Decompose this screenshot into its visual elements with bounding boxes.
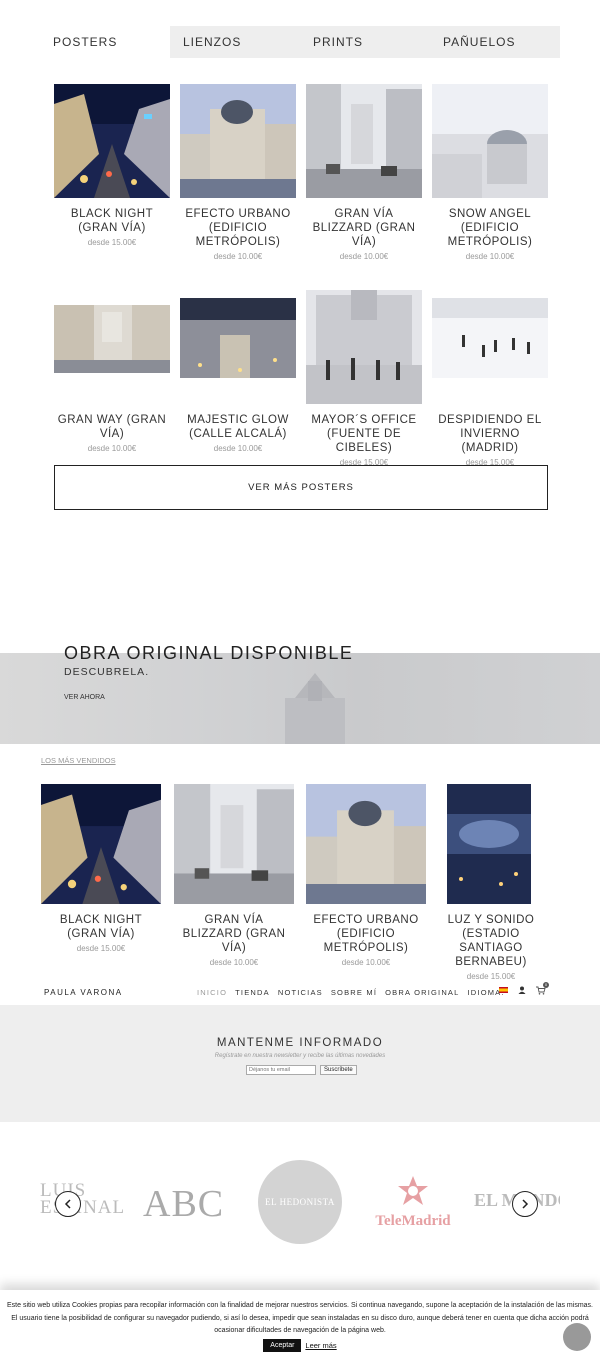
product-title[interactable]: MAJESTIC GLOW (CALLE ALCALÁ) [180,413,296,441]
product-card[interactable]: SNOW ANGEL (EDIFICIO METRÓPOLIS) desde 1… [432,84,548,261]
product-title[interactable]: GRAN VÍA BLIZZARD (GRAN VÍA) [306,207,422,249]
product-image[interactable] [306,84,422,198]
cart-icon[interactable]: 0 [536,982,549,995]
product-image[interactable] [432,84,548,198]
tab-posters[interactable]: POSTERS [40,26,170,58]
cookie-message: Este sitio web utiliza Cookies propias p… [7,1302,593,1334]
spain-flag-icon[interactable] [499,987,508,993]
product-image[interactable] [431,784,551,904]
cookie-read-more-link[interactable]: Leer más [305,1341,336,1350]
chevron-left-icon [64,1199,71,1209]
product-title[interactable]: BLACK NIGHT (GRAN VÍA) [41,913,161,941]
product-price: desde 15.00€ [87,238,137,247]
product-card[interactable]: EFECTO URBANO (EDIFICIO METRÓPOLIS) desd… [306,784,426,967]
category-tabs: POSTERS LIENZOS PRINTS PAÑUELOS [40,26,560,58]
press-logo-luis-espinal: LUIS ESPINAL [40,1180,126,1218]
tab-lienzos[interactable]: LIENZOS [170,26,300,58]
product-image[interactable] [180,290,296,404]
product-price: desde 10.00€ [213,444,263,453]
product-card[interactable]: GRAN VÍA BLIZZARD (GRAN VÍA) desde 10.00… [306,84,422,261]
product-price: desde 10.00€ [341,958,391,967]
product-card[interactable]: EFECTO URBANO (EDIFICIO METRÓPOLIS) desd… [180,84,296,261]
cart-count-badge: 0 [543,982,549,988]
scroll-to-top-button[interactable] [563,1323,591,1351]
product-card[interactable]: BLACK NIGHT (GRAN VÍA) desde 15.00€ [54,84,170,247]
product-price: desde 10.00€ [209,958,259,967]
main-menu: INICIO TIENDA NOTICIAS SOBRE MÍ OBRA ORI… [197,988,513,997]
product-price: desde 15.00€ [466,972,516,981]
product-title[interactable]: GRAN VÍA BLIZZARD (GRAN VÍA) [174,913,294,955]
product-price: desde 10.00€ [465,252,515,261]
banner-title: OBRA ORIGINAL DISPONIBLE [64,643,354,663]
product-title[interactable]: EFECTO URBANO (EDIFICIO METRÓPOLIS) [306,913,426,955]
cookie-accept-button[interactable]: Aceptar [263,1339,302,1352]
press-logo-abc: ABC [143,1183,225,1225]
nav-item-obra-original[interactable]: OBRA ORIGINAL [385,988,459,997]
site-navigation: PAULA VARONA INICIO TIENDA NOTICIAS SOBR… [0,982,600,1005]
product-image[interactable] [306,784,426,904]
product-price: desde 10.00€ [87,444,137,453]
chevron-right-icon [522,1199,529,1209]
cookie-consent-bar: Este sitio web utiliza Cookies propias p… [0,1290,600,1361]
product-title[interactable]: DESPIDIENDO EL INVIERNO (MADRID) [432,413,548,455]
product-title[interactable]: LUZ Y SONIDO (ESTADIO SANTIAGO BERNABEU) [431,913,551,969]
tab-prints[interactable]: PRINTS [300,26,430,58]
nav-item-sobre-mi[interactable]: SOBRE MÍ [331,988,377,997]
press-logo-el-hedonista: EL HEDONISTA [258,1160,342,1244]
product-title[interactable]: GRAN WAY (GRAN VÍA) [54,413,170,441]
press-logos-carousel: LUIS ESPINAL ABC EL HEDONISTA TeleMadrid… [0,1122,600,1287]
product-image[interactable] [306,290,422,404]
product-image[interactable] [54,84,170,198]
product-card[interactable]: DESPIDIENDO EL INVIERNO (MADRID) desde 1… [432,290,548,467]
carousel-next-button[interactable] [512,1191,538,1217]
product-image[interactable] [432,290,548,404]
newsletter-subtitle: Regístrate en nuestra newsletter y recib… [214,1053,386,1059]
banner-background-image [285,673,345,744]
site-brand[interactable]: PAULA VARONA [44,988,123,997]
product-image[interactable] [54,290,170,404]
product-title[interactable]: SNOW ANGEL (EDIFICIO METRÓPOLIS) [432,207,548,249]
nav-item-tienda[interactable]: TIENDA [235,988,270,997]
nav-item-noticias[interactable]: NOTICIAS [278,988,323,997]
product-title[interactable]: MAYOR´S OFFICE (FUENTE DE CIBELES) [306,413,422,455]
banner-subtitle: DESCUBRELA. [64,666,150,678]
carousel-prev-button[interactable] [55,1191,81,1217]
product-price: desde 15.00€ [76,944,126,953]
product-image[interactable] [41,784,161,904]
product-price: desde 10.00€ [213,252,263,261]
product-price: desde 10.00€ [339,252,389,261]
nav-icons: 0 [499,982,549,995]
newsletter-section: MANTENME INFORMADO Regístrate en nuestra… [0,1005,600,1122]
tab-panuelos[interactable]: PAÑUELOS [430,26,560,58]
user-icon[interactable] [518,986,526,994]
banner-link[interactable]: VER AHORA [64,694,105,701]
newsletter-form: Suscríbete [246,1065,357,1075]
product-card[interactable]: GRAN VÍA BLIZZARD (GRAN VÍA) desde 10.00… [174,784,294,967]
press-logo-telemadrid: TeleMadrid [370,1174,456,1230]
product-card[interactable]: MAYOR´S OFFICE (FUENTE DE CIBELES) desde… [306,290,422,467]
nav-item-inicio[interactable]: INICIO [197,988,227,997]
product-image[interactable] [180,84,296,198]
newsletter-email-input[interactable] [246,1065,316,1075]
product-card[interactable]: BLACK NIGHT (GRAN VÍA) desde 15.00€ [41,784,161,953]
more-posters-button[interactable]: VER MÁS POSTERS [54,465,548,510]
subscribe-button[interactable]: Suscríbete [320,1065,357,1075]
cookie-actions: Aceptar Leer más [0,1339,600,1352]
product-image[interactable] [174,784,294,904]
telemadrid-star-icon [398,1176,428,1205]
product-card[interactable]: GRAN WAY (GRAN VÍA) desde 10.00€ [54,290,170,453]
newsletter-title: MANTENME INFORMADO [216,1037,384,1049]
best-sellers-label[interactable]: LOS MÁS VENDIDOS [41,756,116,765]
product-title[interactable]: EFECTO URBANO (EDIFICIO METRÓPOLIS) [180,207,296,249]
product-title[interactable]: BLACK NIGHT (GRAN VÍA) [54,207,170,235]
product-card[interactable]: MAJESTIC GLOW (CALLE ALCALÁ) desde 10.00… [180,290,296,453]
product-card[interactable]: LUZ Y SONIDO (ESTADIO SANTIAGO BERNABEU)… [431,784,551,981]
